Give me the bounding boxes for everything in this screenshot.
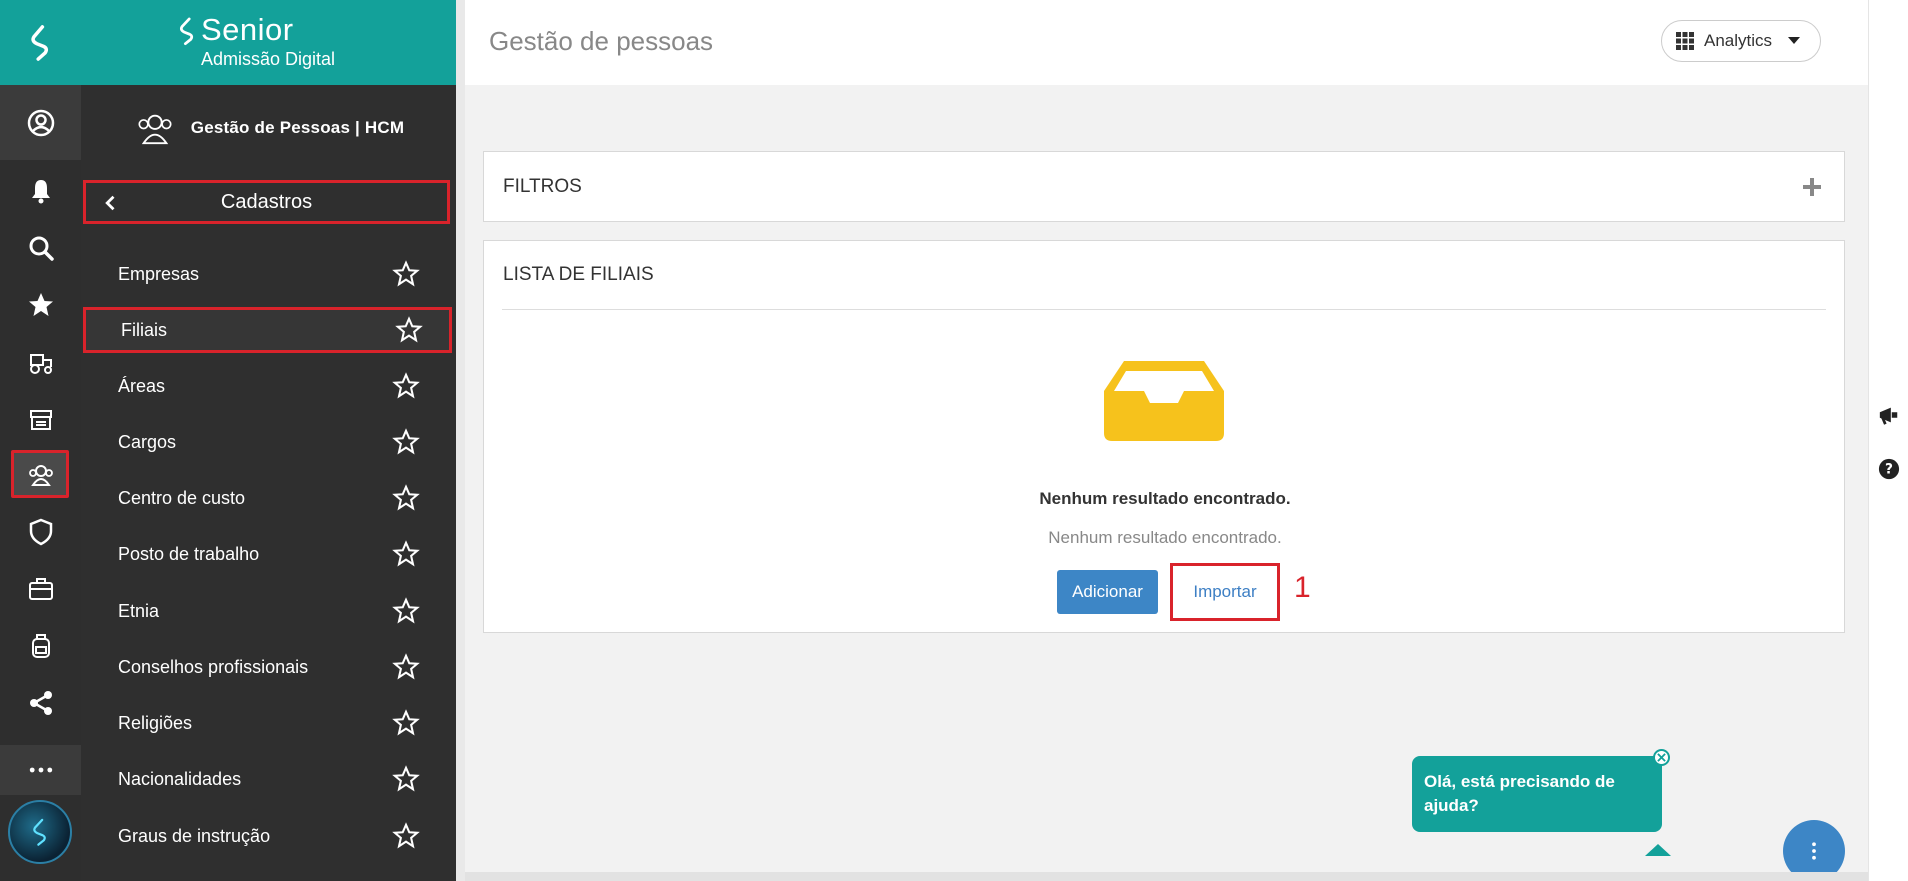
grid-icon bbox=[1676, 32, 1694, 50]
analytics-dropdown[interactable]: Analytics bbox=[1661, 20, 1821, 62]
senior-brand-icon bbox=[179, 17, 194, 46]
menu-item-label: Cargos bbox=[118, 431, 177, 452]
brand-subtitle: Admissão Digital bbox=[201, 49, 336, 69]
star-outline-icon[interactable] bbox=[395, 316, 423, 344]
search-icon[interactable] bbox=[0, 221, 81, 275]
menu-item-centro-de-custo[interactable]: Centro de custo bbox=[81, 475, 456, 521]
empty-state-title: Nenhum resultado encontrado. bbox=[1039, 489, 1291, 508]
module-header: Gestão de Pessoas | HCM bbox=[81, 85, 456, 170]
page-title: Gestão de pessoas bbox=[489, 26, 714, 56]
menu-item-label: Etnia bbox=[118, 600, 160, 621]
list-panel: LISTA DE FILIAIS Nenhum resultado encont… bbox=[483, 240, 1845, 633]
menu-divider bbox=[456, 0, 465, 881]
bell-icon[interactable] bbox=[0, 164, 81, 218]
menu-item-label: Filiais bbox=[121, 319, 168, 340]
star-outline-icon[interactable] bbox=[392, 372, 420, 400]
horizontal-scrollbar[interactable] bbox=[465, 872, 1868, 881]
backpack-icon[interactable] bbox=[0, 619, 81, 673]
menu-item-filiais[interactable]: Filiais bbox=[83, 307, 452, 353]
star-outline-icon[interactable] bbox=[392, 484, 420, 512]
add-button[interactable]: Adicionar bbox=[1057, 570, 1158, 614]
briefcase-icon[interactable] bbox=[0, 562, 81, 616]
archive-box-icon[interactable] bbox=[0, 392, 81, 446]
step-annotation: 1 bbox=[1294, 571, 1311, 604]
menu-item-label: Centro de custo bbox=[118, 487, 246, 508]
list-divider bbox=[502, 309, 1826, 310]
section-title: Cadastros bbox=[220, 190, 313, 213]
brand-header: Senior Admissão Digital bbox=[81, 0, 456, 85]
menu-item-label: Religiões bbox=[118, 712, 193, 733]
star-filled-icon[interactable] bbox=[0, 278, 81, 332]
caret-down-icon bbox=[1788, 37, 1801, 44]
menu-item-conselhos-profissionais[interactable]: Conselhos profissionais bbox=[81, 644, 456, 690]
menu-item-empresas[interactable]: Empresas bbox=[81, 251, 456, 297]
more-icon[interactable] bbox=[0, 745, 81, 795]
empty-inbox-icon bbox=[1104, 361, 1224, 441]
filters-panel[interactable]: FILTROS bbox=[483, 151, 1845, 222]
menu-item-label: Posto de trabalho bbox=[118, 543, 260, 564]
menu-item-areas[interactable]: Áreas bbox=[81, 363, 456, 409]
star-outline-icon[interactable] bbox=[392, 709, 420, 737]
analytics-label: Analytics bbox=[1704, 31, 1773, 50]
people-management-icon[interactable] bbox=[0, 448, 81, 502]
svg-text:?: ? bbox=[1885, 462, 1893, 478]
menu-item-label: Áreas bbox=[118, 375, 166, 396]
star-outline-icon[interactable] bbox=[392, 540, 420, 568]
menu-item-cargos[interactable]: Cargos bbox=[81, 419, 456, 465]
shield-icon[interactable] bbox=[0, 505, 81, 559]
senior-logo-icon[interactable] bbox=[0, 0, 81, 85]
megaphone-icon[interactable] bbox=[1878, 404, 1900, 426]
menu-item-label: Empresas bbox=[118, 263, 200, 284]
star-outline-icon[interactable] bbox=[392, 260, 420, 288]
help-chat-bubble[interactable]: Olá, está precisando de ajuda? bbox=[1412, 756, 1662, 832]
people-management-icon bbox=[138, 114, 172, 144]
menu-item-label: Conselhos profissionais bbox=[118, 656, 309, 677]
menu-item-posto-de-trabalho[interactable]: Posto de trabalho bbox=[81, 531, 456, 577]
star-outline-icon[interactable] bbox=[392, 597, 420, 625]
section-back-button[interactable]: Cadastros bbox=[83, 180, 450, 224]
menu-item-etnia[interactable]: Etnia bbox=[81, 588, 456, 634]
tractor-icon[interactable] bbox=[0, 335, 81, 389]
close-icon[interactable] bbox=[1653, 749, 1670, 766]
right-toolbar: ? bbox=[1868, 0, 1908, 881]
top-header: Gestão de pessoas Analytics bbox=[465, 0, 1868, 85]
star-outline-icon[interactable] bbox=[392, 653, 420, 681]
menu-item-label: Nacionalidades bbox=[118, 768, 242, 789]
help-pointer bbox=[1645, 844, 1671, 856]
user-profile-icon[interactable] bbox=[0, 85, 81, 160]
module-title: Gestão de Pessoas | HCM bbox=[190, 117, 405, 137]
filters-title: FILTROS bbox=[503, 176, 582, 197]
empty-state-subtitle: Nenhum resultado encontrado. bbox=[1048, 528, 1282, 547]
menu-item-nacionalidades[interactable]: Nacionalidades bbox=[81, 756, 456, 802]
menu-item-religioes[interactable]: Religiões bbox=[81, 700, 456, 746]
side-menu: Senior Admissão Digital Gestão de Pessoa… bbox=[81, 0, 456, 881]
icon-rail bbox=[0, 0, 81, 881]
menu-item-graus-de-instrucao[interactable]: Graus de instrução bbox=[81, 813, 456, 859]
list-title: LISTA DE FILIAIS bbox=[503, 264, 654, 285]
star-outline-icon[interactable] bbox=[392, 428, 420, 456]
brand-name: Senior bbox=[201, 12, 294, 47]
star-outline-icon[interactable] bbox=[392, 822, 420, 850]
plus-icon[interactable] bbox=[1802, 177, 1822, 197]
import-button[interactable]: Importar bbox=[1170, 563, 1280, 621]
share-icon[interactable] bbox=[0, 676, 81, 730]
chevron-left-icon[interactable] bbox=[100, 191, 120, 215]
star-outline-icon[interactable] bbox=[392, 765, 420, 793]
help-circle-icon[interactable]: ? bbox=[1878, 458, 1900, 480]
menu-item-label: Graus de instrução bbox=[118, 825, 271, 846]
avatar[interactable] bbox=[8, 800, 72, 864]
